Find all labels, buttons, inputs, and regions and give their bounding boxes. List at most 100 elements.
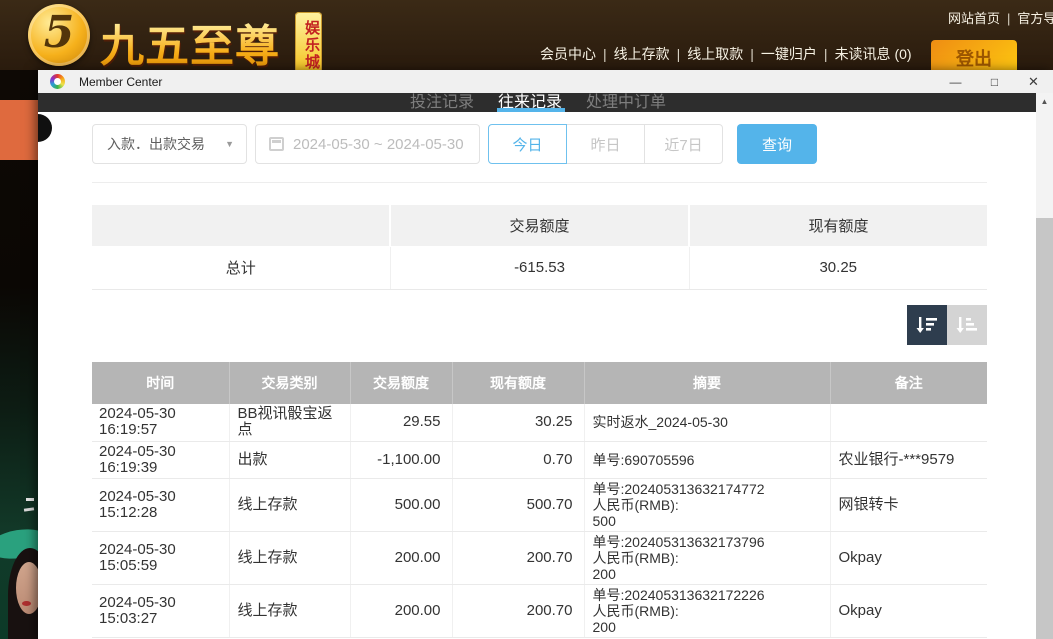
window-controls: — □ ✕ — [936, 70, 1053, 93]
record-cell-summary: 单号:202405313632174772人民币(RMB):500 — [584, 478, 830, 531]
header-balance: 现有额度 — [452, 362, 584, 404]
record-cell-amount: -1,100.00 — [350, 441, 452, 478]
record-cell-summary: 单号:690705596 — [584, 441, 830, 478]
main-nav-item-3[interactable]: 一键归户 — [761, 46, 817, 62]
transaction-type-dropdown[interactable]: 入款．出款交易 ▼ — [92, 124, 247, 164]
record-row: 2024-05-30 16:19:57BB视讯骰宝返点29.5530.25实时返… — [92, 404, 987, 441]
background-page-artwork — [0, 70, 38, 639]
record-cell-type: BB视讯骰宝返点 — [229, 404, 350, 441]
record-cell-note: 网银转卡 — [830, 478, 987, 531]
nav-separator: | — [677, 46, 681, 62]
main-nav-item-4[interactable]: 未读讯息 (0) — [835, 46, 912, 62]
record-cell-summary: 单号:202405313632173796人民币(RMB):200 — [584, 531, 830, 584]
summary-header-row: 交易额度 现有额度 — [92, 205, 987, 246]
summary-total-label: 总计 — [92, 246, 390, 289]
record-cell-amount: 200.00 — [350, 584, 452, 637]
divider — [92, 182, 987, 183]
record-cell-note: Okpay — [830, 531, 987, 584]
floating-widget-peek[interactable] — [38, 114, 52, 142]
summary-header-current: 现有额度 — [689, 205, 987, 246]
minimize-button[interactable]: — — [936, 70, 975, 93]
scrollbar-thumb[interactable] — [1036, 218, 1053, 639]
record-cell-type: 线上存款 — [229, 531, 350, 584]
tab-bar: 投注记录 往来记录 处理中订单 — [38, 93, 1036, 112]
header-amount: 交易额度 — [350, 362, 452, 404]
top-links-item-0[interactable]: 网站首页 — [948, 11, 1000, 26]
record-cell-amount: 200.00 — [350, 531, 452, 584]
records-header-row: 时间 交易类别 交易额度 现有额度 摘要 备注 — [92, 362, 987, 404]
record-cell-type: 线上存款 — [229, 478, 350, 531]
brand-logo-glyph: 5 — [28, 7, 90, 58]
record-cell-note: 农业银行-***9579 — [830, 441, 987, 478]
record-cell-note: Okpay — [830, 584, 987, 637]
record-row: 2024-05-30 15:05:59线上存款200.00200.70单号:20… — [92, 531, 987, 584]
records-table-body: 2024-05-30 16:19:57BB视讯骰宝返点29.5530.25实时返… — [92, 404, 987, 637]
close-button[interactable]: ✕ — [1014, 70, 1053, 93]
maximize-button[interactable]: □ — [975, 70, 1014, 93]
member-center-window: Member Center — □ ✕ 投注记录 往来记录 处理中订单 入款．出… — [38, 70, 1053, 639]
record-cell-time: 2024-05-30 16:19:39 — [92, 441, 229, 478]
records-table: 时间 交易类别 交易额度 现有额度 摘要 备注 2024-05-30 16:19… — [92, 362, 987, 638]
summary-header-transaction: 交易额度 — [390, 205, 689, 246]
last-7-days-button[interactable]: 近7日 — [644, 124, 723, 164]
quick-date-buttons: 今日 昨日 近7日 — [489, 124, 723, 164]
header-summary: 摘要 — [584, 362, 830, 404]
window-title: Member Center — [79, 75, 162, 89]
window-scrollbar[interactable]: ▲ — [1036, 93, 1053, 639]
sort-ascending-icon — [956, 315, 978, 335]
record-cell-summary: 实时返水_2024-05-30 — [584, 404, 830, 441]
window-titlebar: Member Center — □ ✕ — [38, 70, 1053, 93]
record-cell-balance: 200.70 — [452, 584, 584, 637]
record-cell-balance: 0.70 — [452, 441, 584, 478]
background-model-lips — [22, 601, 31, 606]
record-row: 2024-05-30 15:12:28线上存款500.00500.70单号:20… — [92, 478, 987, 531]
record-cell-time: 2024-05-30 15:03:27 — [92, 584, 229, 637]
tab-betting-records[interactable]: 投注记录 — [410, 93, 474, 112]
brand-logo-icon[interactable]: 5 — [28, 4, 90, 66]
header-time: 时间 — [92, 362, 229, 404]
yesterday-button[interactable]: 昨日 — [566, 124, 645, 164]
scroll-up-arrow-icon[interactable]: ▲ — [1036, 93, 1053, 110]
sort-buttons — [907, 305, 987, 345]
summary-total-row: 总计 -615.53 30.25 — [92, 246, 987, 289]
today-button[interactable]: 今日 — [488, 124, 567, 164]
record-cell-balance: 30.25 — [452, 404, 584, 441]
sort-descending-button[interactable] — [907, 305, 947, 345]
nav-separator: | — [603, 46, 607, 62]
screen: 5 九五至尊 娱乐城 网站首页|官方导航 会员中心|线上存款|线上取款|一键归户… — [0, 0, 1053, 639]
main-nav-item-2[interactable]: 线上取款 — [687, 46, 743, 62]
brand-badge: 娱乐城 — [295, 12, 322, 76]
record-cell-note — [830, 404, 987, 441]
record-cell-balance: 200.70 — [452, 531, 584, 584]
main-nav-item-0[interactable]: 会员中心 — [540, 46, 596, 62]
search-button[interactable]: 查询 — [737, 124, 817, 164]
record-cell-type: 出款 — [229, 441, 350, 478]
sort-ascending-button[interactable] — [947, 305, 987, 345]
record-cell-balance: 500.70 — [452, 478, 584, 531]
sort-descending-icon — [916, 315, 938, 335]
main-nav: 会员中心|线上存款|线上取款|一键归户|未读讯息 (0) — [540, 44, 912, 64]
chevron-down-icon: ▼ — [225, 139, 234, 149]
header-note: 备注 — [830, 362, 987, 404]
nav-separator: | — [750, 46, 754, 62]
date-range-input[interactable]: 2024-05-30 ~ 2024-05-30 — [255, 124, 480, 164]
summary-header-empty — [92, 205, 390, 246]
record-cell-type: 线上存款 — [229, 584, 350, 637]
record-cell-amount: 29.55 — [350, 404, 452, 441]
record-cell-amount: 500.00 — [350, 478, 452, 531]
tab-processing-orders[interactable]: 处理中订单 — [586, 93, 666, 112]
window-content: 入款．出款交易 ▼ 2024-05-30 ~ 2024-05-30 今日 昨日 … — [38, 112, 1036, 639]
summary-current-amount: 30.25 — [689, 246, 987, 289]
top-links-item-1[interactable]: 官方导航 — [1017, 11, 1053, 26]
record-cell-time: 2024-05-30 15:05:59 — [92, 531, 229, 584]
member-center-app-icon — [50, 74, 65, 89]
main-nav-item-1[interactable]: 线上存款 — [614, 46, 670, 62]
summary-table: 交易额度 现有额度 总计 -615.53 30.25 — [92, 205, 987, 290]
background-orange-block — [0, 100, 38, 160]
brand-title: 九五至尊 — [100, 10, 280, 74]
record-cell-time: 2024-05-30 16:19:57 — [92, 404, 229, 441]
site-header: 5 九五至尊 娱乐城 网站首页|官方导航 会员中心|线上存款|线上取款|一键归户… — [0, 0, 1053, 70]
date-range-value: 2024-05-30 ~ 2024-05-30 — [293, 136, 464, 153]
summary-transaction-amount: -615.53 — [390, 246, 689, 289]
background-model-face — [16, 562, 38, 614]
